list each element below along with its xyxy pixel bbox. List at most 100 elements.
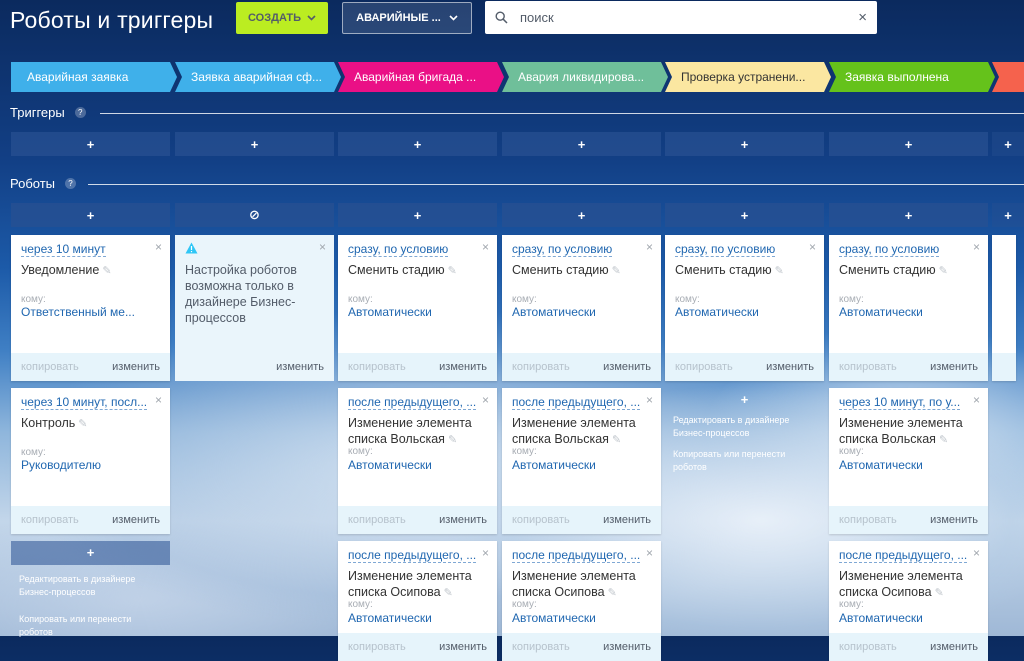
- robot-condition-link[interactable]: сразу, по условию: [512, 242, 613, 257]
- delete-robot-icon[interactable]: ×: [155, 393, 162, 407]
- add-trigger-button[interactable]: +: [338, 132, 497, 156]
- robot-condition-link[interactable]: сразу, по условию: [839, 242, 940, 257]
- add-trigger-button[interactable]: +: [665, 132, 824, 156]
- edit-robot-button[interactable]: изменить: [766, 361, 814, 373]
- delete-robot-icon[interactable]: ×: [973, 393, 980, 407]
- delete-robot-icon[interactable]: ×: [482, 240, 489, 254]
- delete-robot-icon[interactable]: ×: [482, 546, 489, 560]
- robot-condition-link[interactable]: через 10 минут: [21, 242, 106, 257]
- clear-search-icon[interactable]: ×: [858, 9, 867, 26]
- recipient-link[interactable]: Автоматически: [839, 305, 923, 319]
- add-robot-button[interactable]: +: [11, 541, 170, 565]
- edit-robot-button[interactable]: изменить: [603, 514, 651, 526]
- add-robot-button[interactable]: +: [502, 203, 661, 227]
- category-select[interactable]: АВАРИЙНЫЕ ...: [342, 2, 472, 34]
- edit-in-designer-link[interactable]: Редактировать в дизайнере Бизнес-процесс…: [665, 414, 824, 440]
- recipient-link[interactable]: Автоматически: [839, 458, 923, 472]
- add-robot-button[interactable]: +: [338, 203, 497, 227]
- stage-4[interactable]: Авария ликвидирова...: [502, 62, 668, 92]
- edit-robot-button[interactable]: изменить: [439, 514, 487, 526]
- pencil-icon[interactable]: ✎: [939, 265, 948, 277]
- stage-1[interactable]: Аварийная заявка: [11, 62, 177, 92]
- close-icon[interactable]: ×: [319, 240, 326, 254]
- stage-6[interactable]: Заявка выполнена: [829, 62, 995, 92]
- copy-robot-button[interactable]: копировать: [839, 641, 897, 653]
- stage-3[interactable]: Аварийная бригада ...: [338, 62, 504, 92]
- copy-robot-button[interactable]: копировать: [21, 361, 79, 373]
- stage-2[interactable]: Заявка аварийная сф...: [175, 62, 341, 92]
- pencil-icon[interactable]: ✎: [612, 434, 621, 446]
- recipient-link[interactable]: Автоматически: [839, 611, 923, 625]
- add-trigger-button[interactable]: +: [502, 132, 661, 156]
- pencil-icon[interactable]: ✎: [448, 434, 457, 446]
- delete-robot-icon[interactable]: ×: [482, 393, 489, 407]
- stage-5[interactable]: Проверка устранени...: [665, 62, 831, 92]
- edit-robot-button[interactable]: изменить: [112, 361, 160, 373]
- robot-condition-link[interactable]: после предыдущего, ...: [348, 395, 477, 410]
- edit-robot-button[interactable]: изменить: [603, 641, 651, 653]
- pencil-icon[interactable]: ✎: [775, 265, 784, 277]
- add-robot-button[interactable]: +: [665, 388, 824, 412]
- copy-robot-button[interactable]: копировать: [21, 514, 79, 526]
- robot-condition-link[interactable]: сразу, по условию: [675, 242, 776, 257]
- edit-robot-button[interactable]: изменить: [930, 361, 978, 373]
- pencil-icon[interactable]: ✎: [444, 587, 453, 599]
- recipient-link[interactable]: Автоматически: [348, 611, 432, 625]
- copy-robot-button[interactable]: копировать: [512, 641, 570, 653]
- recipient-link[interactable]: Автоматически: [675, 305, 759, 319]
- edit-robot-button[interactable]: изменить: [439, 641, 487, 653]
- pencil-icon[interactable]: ✎: [78, 418, 87, 430]
- delete-robot-icon[interactable]: ×: [646, 393, 653, 407]
- pencil-icon[interactable]: ✎: [608, 587, 617, 599]
- recipient-link[interactable]: Автоматически: [348, 458, 432, 472]
- delete-robot-icon[interactable]: ×: [646, 546, 653, 560]
- help-icon[interactable]: ?: [65, 178, 77, 189]
- stage-7[interactable]: [992, 62, 1024, 92]
- copy-robot-button[interactable]: копировать: [348, 361, 406, 373]
- help-icon[interactable]: ?: [74, 107, 86, 118]
- robot-condition-link[interactable]: сразу, по условию: [348, 242, 449, 257]
- edit-robot-button[interactable]: изменить: [603, 361, 651, 373]
- robot-condition-link[interactable]: после предыдущего, ...: [512, 548, 641, 563]
- add-robot-button[interactable]: +: [829, 203, 988, 227]
- delete-robot-icon[interactable]: ×: [809, 240, 816, 254]
- copy-robot-button[interactable]: копировать: [839, 514, 897, 526]
- recipient-link[interactable]: Ответственный ме...: [21, 305, 135, 319]
- add-trigger-button[interactable]: +: [992, 132, 1024, 156]
- pencil-icon[interactable]: ✎: [612, 265, 621, 277]
- pencil-icon[interactable]: ✎: [448, 265, 457, 277]
- robot-condition-link[interactable]: через 10 минут, посл...: [21, 395, 148, 410]
- copy-robot-button[interactable]: копировать: [512, 514, 570, 526]
- copy-robot-button[interactable]: копировать: [348, 641, 406, 653]
- recipient-link[interactable]: Автоматически: [512, 611, 596, 625]
- edit-robot-button[interactable]: изменить: [276, 361, 324, 373]
- recipient-link[interactable]: Автоматически: [348, 305, 432, 319]
- add-trigger-button[interactable]: +: [11, 132, 170, 156]
- add-robot-button[interactable]: +: [11, 203, 170, 227]
- robot-condition-link[interactable]: после предыдущего, ...: [512, 395, 641, 410]
- copy-move-robots-link[interactable]: Копировать или перенести роботов: [665, 448, 824, 474]
- delete-robot-icon[interactable]: ×: [973, 240, 980, 254]
- add-robot-button[interactable]: +: [992, 203, 1024, 227]
- robot-condition-link[interactable]: после предыдущего, ...: [839, 548, 968, 563]
- add-trigger-button[interactable]: +: [829, 132, 988, 156]
- add-trigger-button[interactable]: +: [175, 132, 334, 156]
- pencil-icon[interactable]: ✎: [939, 434, 948, 446]
- recipient-link[interactable]: Автоматически: [512, 305, 596, 319]
- edit-in-designer-link[interactable]: Редактировать в дизайнере Бизнес-процесс…: [11, 573, 170, 599]
- robot-condition-link[interactable]: после предыдущего, ...: [348, 548, 477, 563]
- search-input[interactable]: [518, 9, 859, 26]
- delete-robot-icon[interactable]: ×: [155, 240, 162, 254]
- copy-robot-button[interactable]: копировать: [839, 361, 897, 373]
- copy-move-robots-link[interactable]: Копировать или перенести роботов: [11, 613, 170, 639]
- edit-robot-button[interactable]: изменить: [930, 514, 978, 526]
- copy-robot-button[interactable]: копировать: [348, 514, 406, 526]
- edit-robot-button[interactable]: изменить: [112, 514, 160, 526]
- recipient-link[interactable]: Руководителю: [21, 458, 101, 472]
- delete-robot-icon[interactable]: ×: [646, 240, 653, 254]
- pencil-icon[interactable]: ✎: [935, 587, 944, 599]
- copy-robot-button[interactable]: копировать: [675, 361, 733, 373]
- create-button[interactable]: СОЗДАТЬ: [236, 2, 328, 34]
- robot-condition-link[interactable]: через 10 минут, по у...: [839, 395, 961, 410]
- recipient-link[interactable]: Автоматически: [512, 458, 596, 472]
